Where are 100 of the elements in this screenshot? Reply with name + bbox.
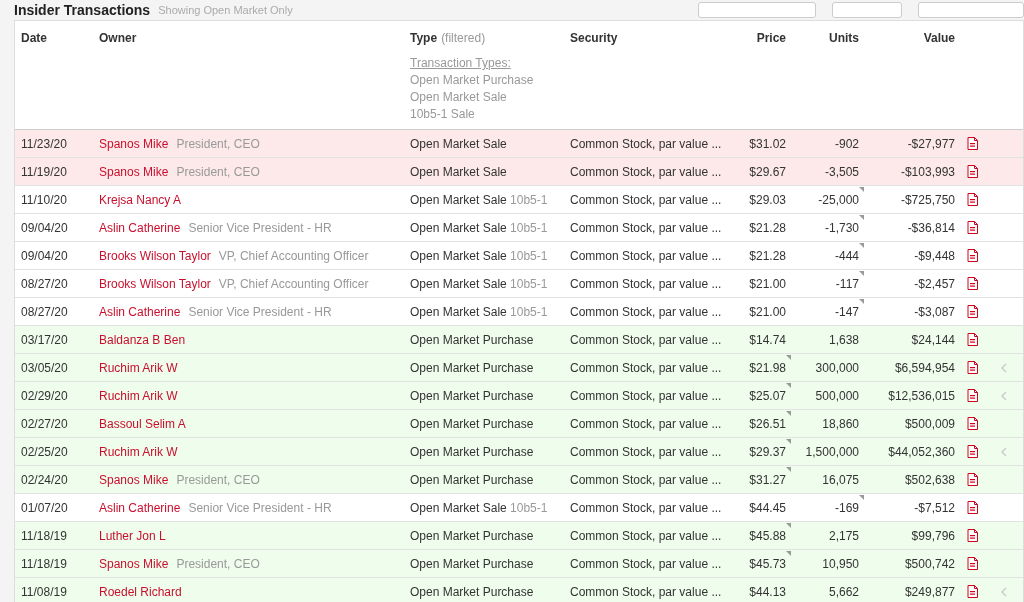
value-cell: $500,742 <box>904 556 955 571</box>
pdf-document-icon[interactable] <box>967 249 978 262</box>
column-header[interactable]: Type <box>410 29 438 47</box>
price-cell: $44.13 <box>749 584 786 599</box>
date-cell: 02/29/20 <box>21 388 68 403</box>
pdf-document-icon[interactable] <box>967 165 978 178</box>
value-cell: -$3,087 <box>914 304 955 319</box>
type-cell: Open Market Purchase <box>410 360 534 375</box>
owner-link[interactable]: Baldanza B Ben <box>99 332 186 347</box>
units-cell: 18,860 <box>822 416 859 431</box>
column-header[interactable]: Units <box>829 31 859 45</box>
units-cell: 300,000 <box>815 360 859 375</box>
owner-link[interactable]: Krejsa Nancy A <box>99 192 182 207</box>
owner-link[interactable]: Ruchim Arik W <box>99 360 178 375</box>
owner-link[interactable]: Spanos Mike <box>99 556 169 571</box>
owner-role: President, CEO <box>176 556 260 571</box>
security-cell: Common Stock, par value ... <box>570 360 722 375</box>
pdf-document-icon[interactable] <box>967 221 978 234</box>
owner-link[interactable]: Aslin Catherine <box>99 220 181 235</box>
column-header[interactable]: Owner <box>99 31 137 45</box>
units-cell: 1,500,000 <box>805 444 859 459</box>
owner-role: President, CEO <box>176 164 260 179</box>
value-cell: $44,052,360 <box>888 444 955 459</box>
value-cell: -$27,977 <box>907 136 955 151</box>
pdf-document-icon[interactable] <box>967 585 978 599</box>
column-header[interactable]: Price <box>756 31 786 45</box>
value-cell: $500,009 <box>904 416 955 431</box>
type-cell: Open Market Sale <box>410 500 507 515</box>
type-cell: Open Market Purchase <box>410 528 534 543</box>
filter-heading[interactable]: Transaction Types: <box>410 55 511 72</box>
filter-option[interactable]: Open Market Sale <box>410 89 507 106</box>
page-subtitle: Showing Open Market Only <box>158 2 293 18</box>
owner-link[interactable]: Aslin Catherine <box>99 500 181 515</box>
units-cell: -147 <box>834 304 859 319</box>
type-cell: Open Market Sale <box>410 304 507 319</box>
owner-role: VP, Chief Accounting Officer <box>218 248 369 263</box>
date-cell: 11/18/19 <box>21 556 67 571</box>
pdf-document-icon[interactable] <box>967 501 978 514</box>
date-cell: 11/18/19 <box>21 528 67 543</box>
price-cell: $21.28 <box>749 220 786 235</box>
price-cell: $25.07 <box>749 388 786 403</box>
security-cell: Common Stock, par value ... <box>570 136 722 151</box>
pdf-document-icon[interactable] <box>967 417 978 430</box>
date-cell: 03/05/20 <box>21 360 68 375</box>
owner-link[interactable]: Spanos Mike <box>99 164 169 179</box>
date-cell: 09/04/20 <box>21 248 68 263</box>
type-cell: Open Market Sale <box>410 192 507 207</box>
date-cell: 08/27/20 <box>21 304 68 319</box>
security-cell: Common Stock, par value ... <box>570 192 722 207</box>
owner-link[interactable]: Ruchim Arik W <box>99 388 178 403</box>
price-cell: $21.28 <box>749 248 786 263</box>
security-cell: Common Stock, par value ... <box>570 388 722 403</box>
filter-option[interactable]: Open Market Purchase <box>410 72 534 89</box>
owner-link[interactable]: Ruchim Arik W <box>99 444 178 459</box>
owner-link[interactable]: Brooks Wilson Taylor <box>99 248 211 263</box>
pdf-document-icon[interactable] <box>967 389 978 402</box>
value-cell: $99,796 <box>911 528 955 543</box>
pdf-document-icon[interactable] <box>967 557 978 570</box>
owner-role: Senior Vice President - HR <box>188 500 332 515</box>
units-cell: 5,662 <box>828 584 859 599</box>
value-cell: $12,536,015 <box>888 388 955 403</box>
security-cell: Common Stock, par value ... <box>570 528 722 543</box>
value-cell: -$7,512 <box>914 500 955 515</box>
pdf-document-icon[interactable] <box>967 137 978 150</box>
type-cell: Open Market Sale <box>410 220 507 235</box>
pdf-document-icon[interactable] <box>967 361 978 374</box>
owner-link[interactable]: Spanos Mike <box>99 472 169 487</box>
pdf-document-icon[interactable] <box>967 277 978 290</box>
type-cell: Open Market Purchase <box>410 472 534 487</box>
owner-link[interactable]: Luther Jon L <box>99 528 166 543</box>
owner-link[interactable]: Bassoul Selim A <box>99 416 186 431</box>
value-cell: -$9,448 <box>914 248 955 263</box>
owner-link[interactable]: Spanos Mike <box>99 136 169 151</box>
type-cell: Open Market Purchase <box>410 444 534 459</box>
plan-note: 10b5-1 <box>510 500 548 515</box>
column-header[interactable]: Date <box>21 31 47 45</box>
pdf-document-icon[interactable] <box>967 529 978 542</box>
filter-option[interactable]: 10b5-1 Sale <box>410 106 475 123</box>
type-cell: Open Market Sale <box>410 248 507 263</box>
pdf-document-icon[interactable] <box>967 445 978 458</box>
value-cell: -$103,993 <box>900 164 955 179</box>
pdf-document-icon[interactable] <box>967 305 978 318</box>
price-cell: $21.00 <box>749 304 786 319</box>
pdf-document-icon[interactable] <box>967 193 978 206</box>
type-cell: Open Market Purchase <box>410 556 534 571</box>
owner-role: VP, Chief Accounting Officer <box>218 276 369 291</box>
column-header[interactable]: Security <box>570 31 618 45</box>
column-header[interactable]: Value <box>923 31 955 45</box>
pdf-document-icon[interactable] <box>967 473 978 486</box>
owner-role: President, CEO <box>176 472 260 487</box>
value-cell: $6,594,954 <box>894 360 955 375</box>
owner-link[interactable]: Brooks Wilson Taylor <box>99 276 211 291</box>
owner-role: Senior Vice President - HR <box>188 220 332 235</box>
price-cell: $31.02 <box>749 136 786 151</box>
plan-note: 10b5-1 <box>510 304 548 319</box>
price-cell: $44.45 <box>749 500 786 515</box>
owner-link[interactable]: Aslin Catherine <box>99 304 181 319</box>
owner-link[interactable]: Roedel Richard <box>99 584 182 599</box>
pdf-document-icon[interactable] <box>967 333 978 346</box>
security-cell: Common Stock, par value ... <box>570 556 722 571</box>
